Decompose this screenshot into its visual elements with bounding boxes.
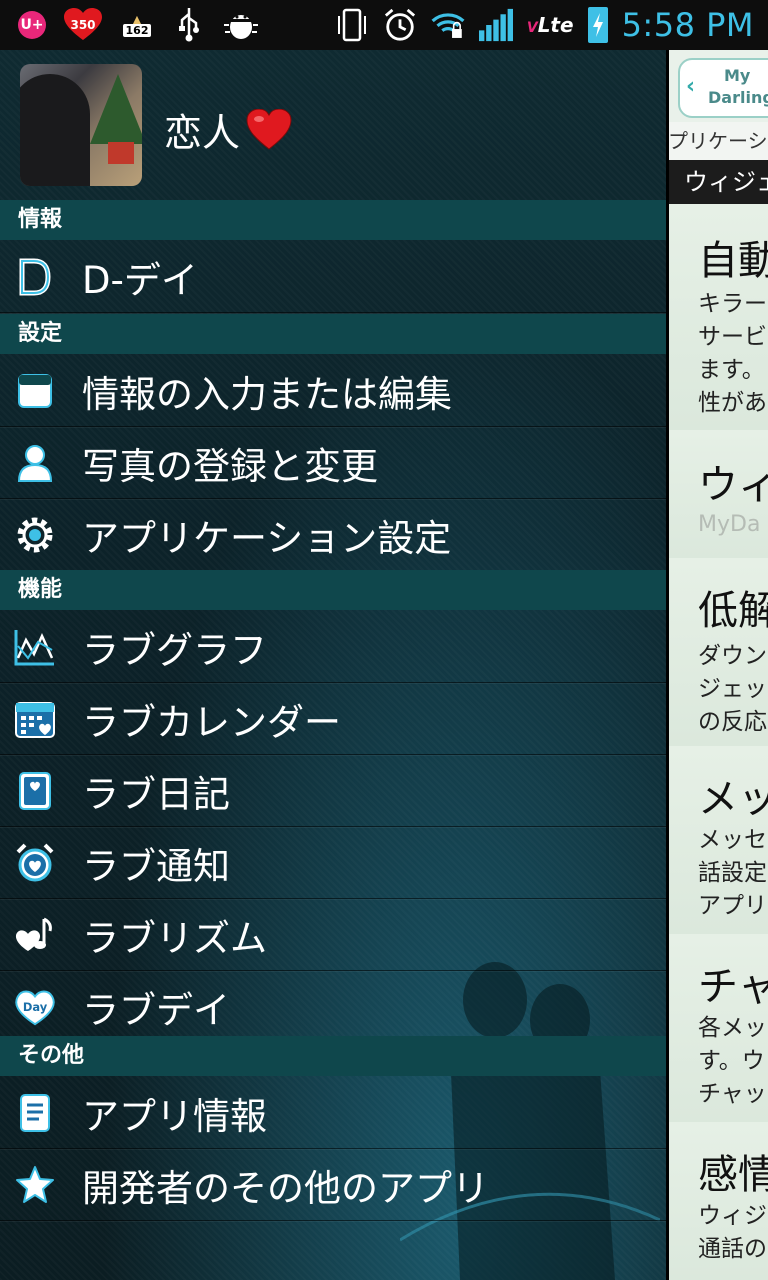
vibrate-icon [335,8,369,42]
alarm-icon [383,8,417,42]
menu-item-label: ラブ日記 [82,773,230,816]
profile-header[interactable]: 恋人 [0,50,668,200]
menu-item-other-apps[interactable]: 開発者のその他のアプリ [0,1150,668,1221]
menu-item-label: 情報の入力または編集 [82,373,452,416]
settings-section-4[interactable]: チャ 各メッ す。ウ チャッ [668,934,768,1124]
day-heart-icon: Day [14,986,56,1028]
document-icon [14,1092,56,1134]
battery-charging-icon [587,7,608,43]
usb-icon [172,8,206,42]
notebook-icon [14,370,56,412]
network-type-label: VLte [526,13,574,37]
menu-item-label: ラブ通知 [82,845,230,888]
signal-icon [478,8,513,42]
settings-section-1[interactable]: ウィ MyDa [668,430,768,560]
menu-item-app-settings[interactable]: アプリケーション設定 [0,500,668,571]
menu-item-love-graph[interactable]: ラブグラフ [0,612,668,683]
settings-section-3[interactable]: メッ メッセ 話設定 アプリ [668,746,768,936]
wifi-lock-icon [431,8,465,42]
menu-item-label: ラブリズム [82,917,267,960]
menu-item-label: ラブカレンダー [82,701,341,744]
uplus-icon: U+ [18,11,46,39]
calendar-icon [14,698,56,740]
graph-icon [14,626,56,668]
menu-item-love-day[interactable]: Day ラブデイ [0,972,668,1043]
heart-badge-icon: 350 [64,8,102,42]
menu-item-edit-info[interactable]: 情報の入力または編集 [0,356,668,427]
section-header-features: 機能 [0,570,668,610]
menu-item-app-info[interactable]: アプリ情報 [0,1078,668,1149]
content-panel[interactable]: ‹ My Darling プリケーシ ウィジェ 自動 キラー サービ ます。 性… [668,50,768,1280]
chevron-left-icon: ‹ [686,74,696,99]
gear-icon [14,514,56,556]
menu-item-label: アプリケーション設定 [82,517,452,560]
navigation-drawer: 恋人 情報 D-デイ 設定 情報の入力または編集 写真の登録と変更 アプリケーシ… [0,50,668,1280]
settings-section-0[interactable]: 自動 キラー サービ ます。 性があ [668,204,768,432]
alarm-heart-icon [14,842,56,884]
menu-item-photo[interactable]: 写真の登録と変更 [0,428,668,499]
person-icon [14,442,56,484]
status-bar: U+ 350 ▲ 162 VLte 5:58 PM [0,0,768,50]
profile-name: 恋人 [164,102,292,157]
menu-item-love-rhythm[interactable]: ラブリズム [0,900,668,971]
menu-item-label: ラブデイ [82,989,230,1032]
drawer-edge-shadow [666,50,669,1280]
settings-section-2[interactable]: 低解 ダウン ジェッ の反応 [668,558,768,748]
cake-icon: ▲ 162 [120,8,154,42]
tab-widget[interactable]: ウィジェ [668,160,768,204]
menu-item-label: アプリ情報 [82,1095,267,1138]
d-letter-icon [14,256,56,298]
section-header-other: その他 [0,1036,668,1076]
menu-item-label: 写真の登録と変更 [82,445,378,488]
diary-icon [14,770,56,812]
menu-item-love-notify[interactable]: ラブ通知 [0,828,668,899]
cake-number: 162 [122,24,152,37]
menu-item-label: D-デイ [82,259,198,302]
music-heart-icon [14,914,56,956]
star-icon [14,1164,56,1206]
badge-count: 350 [70,18,96,32]
clock: 5:58 PM [621,6,754,44]
svg-text:Day: Day [23,1000,48,1014]
menu-item-label: 開発者のその他のアプリ [82,1167,489,1210]
section-header-info: 情報 [0,200,668,240]
app-logo-back-button[interactable]: ‹ My Darling [678,58,768,118]
android-debug-icon [224,8,258,42]
breadcrumb: プリケーシ [668,122,768,160]
menu-item-love-calendar[interactable]: ラブカレンダー [0,684,668,755]
settings-section-5[interactable]: 感情 ウィジ 通話の [668,1122,768,1280]
menu-item-love-diary[interactable]: ラブ日記 [0,756,668,827]
heart-icon [246,108,292,150]
menu-item-dday[interactable]: D-デイ [0,242,668,313]
app-header: ‹ My Darling [668,50,768,122]
menu-item-label: ラブグラフ [82,629,267,672]
section-header-settings: 設定 [0,314,668,354]
profile-photo[interactable] [20,64,142,186]
